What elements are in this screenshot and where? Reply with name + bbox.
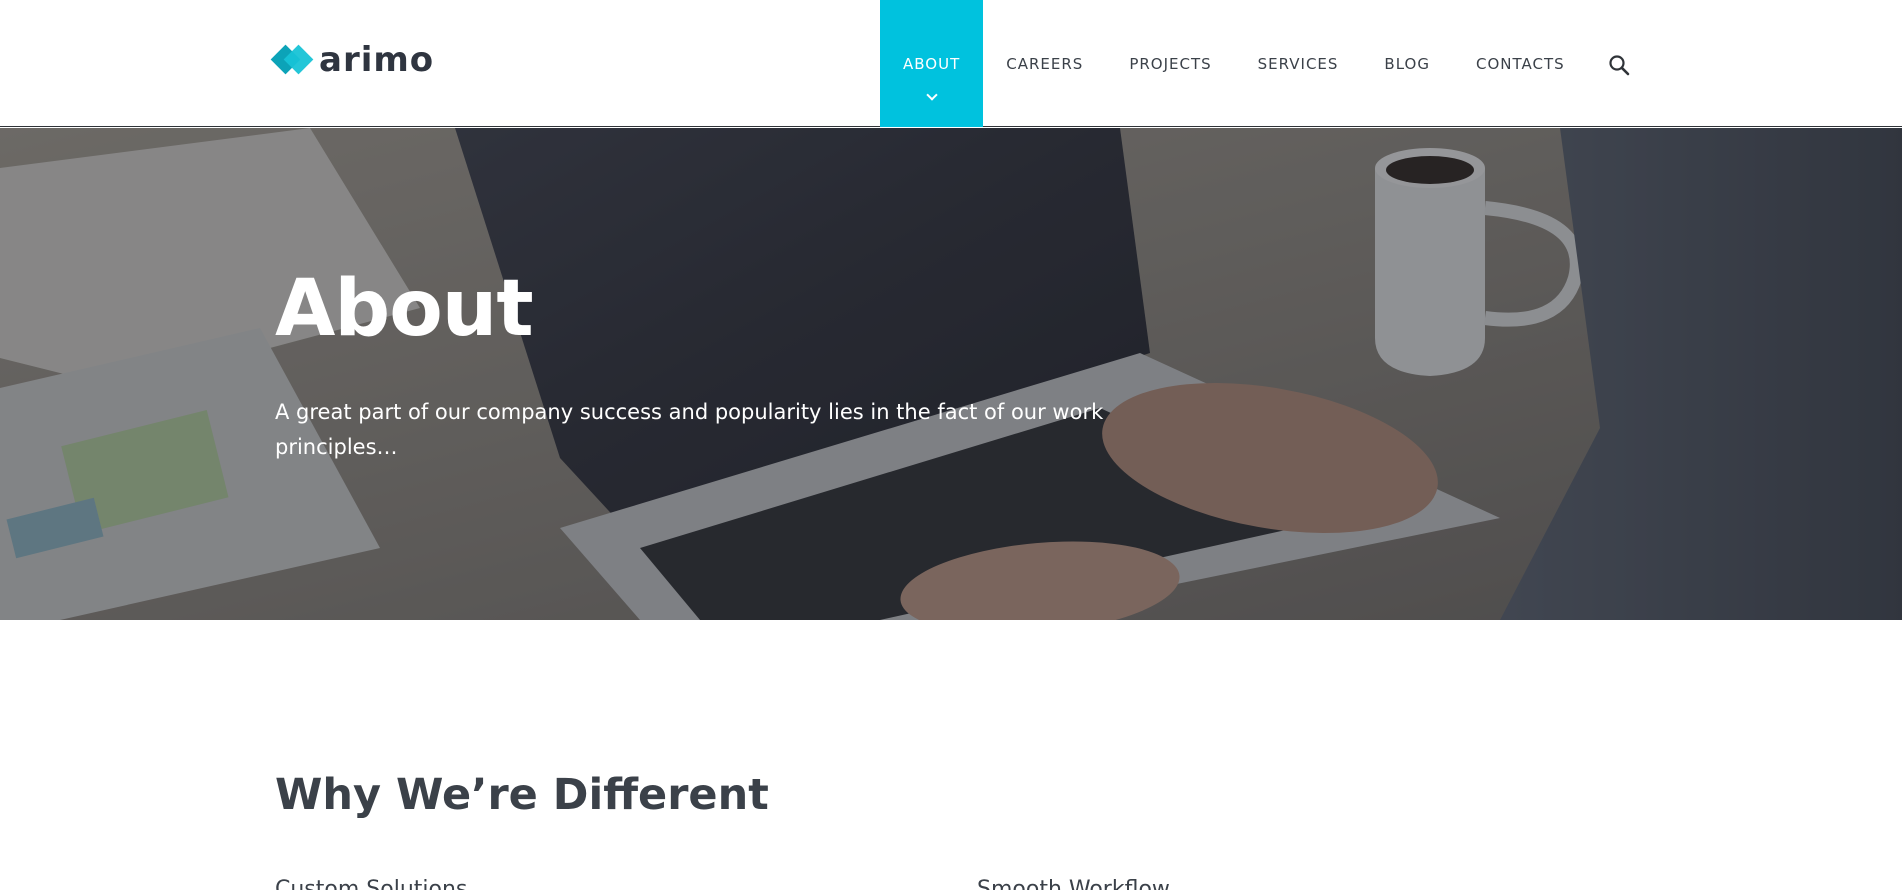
section-title: Why We’re Different bbox=[275, 770, 769, 820]
main-nav: ABOUT CAREERS PROJECTS SERVICES BLOG CON… bbox=[880, 0, 1588, 127]
search-icon[interactable] bbox=[1607, 53, 1631, 77]
hero-banner: About A great part of our company succes… bbox=[0, 128, 1902, 620]
feature-title-smooth-workflow: Smooth Workflow bbox=[977, 877, 1170, 890]
hero-overlay bbox=[0, 128, 1902, 620]
page-title: About bbox=[275, 264, 534, 354]
nav-item-blog[interactable]: BLOG bbox=[1361, 0, 1453, 127]
nav-item-label: CONTACTS bbox=[1475, 54, 1565, 73]
nav-item-label: CAREERS bbox=[1006, 54, 1084, 73]
nav-item-services[interactable]: SERVICES bbox=[1235, 0, 1362, 127]
site-header: arimo ABOUT CAREERS PROJECTS SERVICES BL… bbox=[0, 0, 1902, 127]
nav-item-label: PROJECTS bbox=[1129, 54, 1212, 73]
nav-item-projects[interactable]: PROJECTS bbox=[1106, 0, 1234, 127]
nav-item-label: SERVICES bbox=[1257, 54, 1339, 73]
feature-title-custom-solutions: Custom Solutions bbox=[275, 877, 468, 890]
nav-item-about[interactable]: ABOUT bbox=[880, 0, 984, 127]
hero-subtitle: A great part of our company success and … bbox=[275, 400, 1104, 459]
nav-item-contacts[interactable]: CONTACTS bbox=[1453, 0, 1588, 127]
brand-name: arimo bbox=[319, 40, 435, 80]
chevron-down-icon bbox=[925, 89, 938, 101]
nav-item-label: BLOG bbox=[1384, 54, 1430, 73]
nav-item-careers[interactable]: CAREERS bbox=[983, 0, 1106, 127]
brand-logo[interactable]: arimo bbox=[270, 40, 435, 80]
nav-item-label: ABOUT bbox=[903, 54, 961, 73]
logo-icon bbox=[270, 44, 314, 75]
